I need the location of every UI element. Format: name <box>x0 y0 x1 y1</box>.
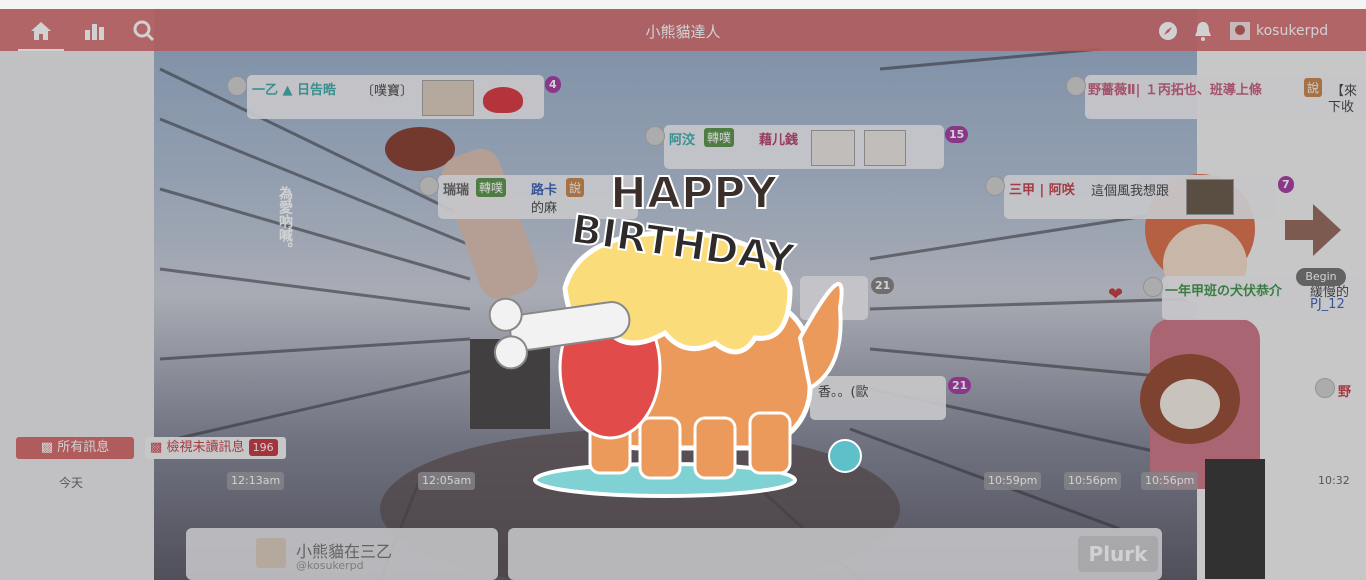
time-marker: 10:59pm <box>984 472 1042 490</box>
time-marker: 10:32 <box>1318 474 1350 487</box>
avatar[interactable] <box>1143 277 1163 297</box>
composer-handle: @kosukerpd <box>296 559 364 572</box>
artwork-caption: 為愛吶喊。 <box>277 186 293 256</box>
notification-bell-icon[interactable] <box>1190 18 1216 44</box>
plurk-author[interactable]: 三甲 | 阿咲 <box>1009 179 1075 198</box>
plurk-author[interactable]: 一乙 ▲ 日告晧 <box>252 79 336 98</box>
top-navigation-bar: 小熊貓達人 kosukerpd <box>0 9 1366 51</box>
response-count[interactable]: 15 <box>945 126 969 143</box>
plurk-author[interactable]: 瑞瑞 <box>443 179 469 198</box>
plurk-card[interactable]: 野薔薇Ⅱ| １丙拓也、班導上條 說 【來 下收 <box>1085 75 1366 119</box>
time-marker: 10:56pm <box>1064 472 1122 490</box>
composer-profile-box: 小熊貓在三乙 @kosukerpd <box>186 528 498 580</box>
arrow-right-icon[interactable] <box>1285 204 1341 256</box>
sticker-text-happy: HAPPY <box>610 168 778 219</box>
image-thumbnail[interactable] <box>864 130 906 166</box>
image-thumbnail[interactable] <box>422 80 474 116</box>
compass-icon[interactable] <box>1155 18 1181 44</box>
chat-bubble-icon: ▩ <box>150 440 163 455</box>
plurk-card[interactable]: 三甲 | 阿咲 這個風我想跟 <box>1004 175 1276 219</box>
plurk-text: 〔噗寶〕 <box>361 84 414 99</box>
filter-label: 所有訊息 <box>57 440 110 455</box>
active-tab-indicator <box>18 49 64 51</box>
image-thumbnail[interactable] <box>1186 179 1234 215</box>
avatar[interactable] <box>1315 378 1335 398</box>
avatar[interactable] <box>419 176 439 196</box>
plurk-link[interactable]: PJ_12 <box>1310 297 1345 312</box>
avatar[interactable] <box>1066 76 1086 96</box>
response-count[interactable]: 4 <box>545 76 561 93</box>
qualifier-says: 說 <box>1304 78 1323 97</box>
time-marker: 12:13am <box>227 472 285 490</box>
unread-count-badge: 196 <box>248 439 278 456</box>
plurk-author[interactable]: 一年甲班の犬伏恭介 <box>1165 280 1282 299</box>
plurk-card[interactable]: 一乙 ▲ 日告晧 〔噗寶〕 <box>247 75 544 119</box>
plurk-input-box[interactable]: Plurk <box>508 528 1162 580</box>
heart-icon: ❤ <box>1108 284 1124 305</box>
plurk-text-2: 下收 <box>1328 100 1355 115</box>
emoticon-red-blob <box>483 87 523 113</box>
today-label: 今天 <box>59 476 84 490</box>
avatar[interactable] <box>256 538 286 568</box>
plurk-author[interactable]: 野 <box>1338 381 1351 400</box>
filter-all-messages[interactable]: ▩ 所有訊息 <box>16 437 134 459</box>
time-marker: 12:05am <box>418 472 476 490</box>
plurk-submit-button[interactable]: Plurk <box>1078 536 1158 572</box>
avatar[interactable] <box>985 176 1005 196</box>
avatar[interactable] <box>227 76 247 96</box>
response-count[interactable]: 7 <box>1278 176 1294 193</box>
birthday-sticker-image[interactable]: HAPPY BIRTHDAY <box>470 138 870 508</box>
time-marker: 10:56pm <box>1141 472 1199 490</box>
username-link[interactable]: kosukerpd <box>1256 23 1328 39</box>
response-count[interactable]: 21 <box>871 277 895 294</box>
filter-label: 檢視未讀訊息 <box>166 440 245 455</box>
chat-bubbles-icon: ▩ <box>40 440 54 455</box>
plurk-author[interactable]: 野薔薇Ⅱ| １丙拓也、班導上條 <box>1088 79 1262 98</box>
response-count[interactable]: 21 <box>948 377 972 394</box>
plurk-text: 這個風我想跟 <box>1091 184 1170 199</box>
begin-button[interactable]: Begin <box>1296 268 1346 286</box>
user-avatar[interactable] <box>1228 18 1254 44</box>
filter-unread-messages[interactable]: ▩ 檢視未讀訊息 196 <box>145 437 286 459</box>
